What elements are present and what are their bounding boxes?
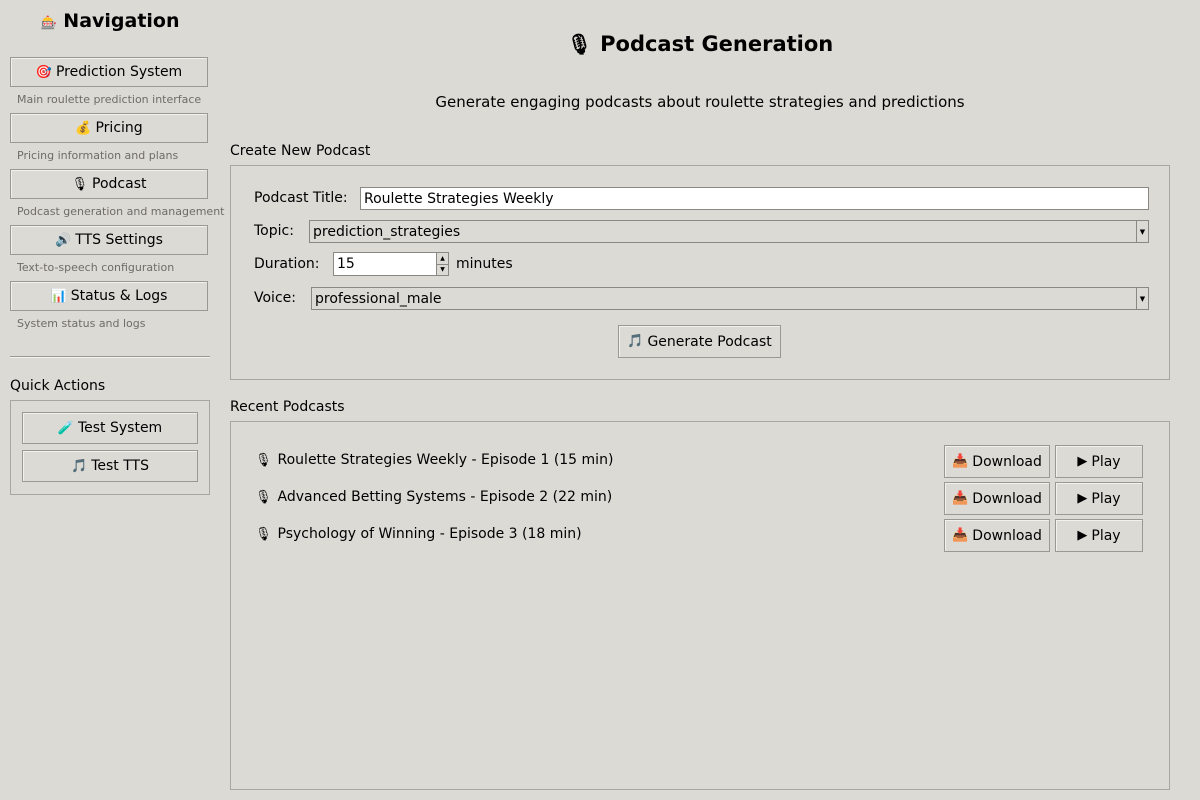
voice-label: Voice: xyxy=(254,290,296,306)
generate-podcast-button[interactable]: 🎵 Generate Podcast xyxy=(618,325,781,358)
music-note-icon: 🎵 xyxy=(627,334,644,349)
create-podcast-frame: Podcast Title: Roulette Strategies Weekl… xyxy=(230,165,1170,380)
inbox-tray-icon: 📥 xyxy=(952,528,969,543)
test-system-button[interactable]: 🧪 Test System xyxy=(22,412,198,444)
nav-title: 🎰 Navigation xyxy=(10,10,210,32)
recent-podcasts-label: Recent Podcasts xyxy=(230,399,345,415)
play-button[interactable]: ▶ Play xyxy=(1055,445,1143,478)
nav-button-label: Podcast xyxy=(92,176,147,192)
play-icon: ▶ xyxy=(1077,528,1088,543)
button-label: Play xyxy=(1091,527,1121,544)
download-button[interactable]: 📥 Download xyxy=(944,445,1050,478)
play-icon: ▶ xyxy=(1077,454,1088,469)
speaker-icon: 🔊 xyxy=(55,232,72,248)
slot-machine-icon: 🎰 xyxy=(40,16,57,31)
nav-tts-settings-button[interactable]: 🔊 TTS Settings xyxy=(10,225,208,255)
page-title-text: Podcast Generation xyxy=(600,32,834,56)
create-podcast-label: Create New Podcast xyxy=(230,143,371,159)
nav-button-label: Pricing xyxy=(95,120,143,136)
duration-spinbox[interactable]: 15 ▲ ▼ xyxy=(333,252,449,276)
topic-value: prediction_strategies xyxy=(313,223,461,240)
microphone-icon: 🎙 xyxy=(566,32,593,56)
list-item: 🎙 Psychology of Winning - Episode 3 (18 … xyxy=(255,526,582,542)
button-label: Play xyxy=(1091,490,1121,507)
inbox-tray-icon: 📥 xyxy=(952,491,969,506)
microphone-icon: 🎙 xyxy=(255,526,272,542)
voice-value: professional_male xyxy=(315,290,442,307)
play-button[interactable]: ▶ Play xyxy=(1055,482,1143,515)
voice-select[interactable]: professional_male ▼ xyxy=(311,287,1149,310)
nav-podcast-button[interactable]: 🎙 Podcast xyxy=(10,169,208,199)
nav-pricing-button[interactable]: 💰 Pricing xyxy=(10,113,208,143)
nav-description: Main roulette prediction interface xyxy=(17,93,202,106)
nav-title-text: Navigation xyxy=(63,10,180,32)
button-label: Download xyxy=(972,453,1042,470)
target-icon: 🎯 xyxy=(35,64,52,80)
spin-down-icon[interactable]: ▼ xyxy=(437,263,448,276)
nav-button-label: TTS Settings xyxy=(75,232,163,248)
quick-actions-frame: 🧪 Test System 🎵 Test TTS xyxy=(10,400,210,495)
microphone-icon: 🎙 xyxy=(71,176,89,192)
play-button[interactable]: ▶ Play xyxy=(1055,519,1143,552)
music-note-icon: 🎵 xyxy=(71,458,88,474)
bar-chart-icon: 📊 xyxy=(50,288,67,304)
button-label: Test System xyxy=(77,420,163,436)
podcast-title: Roulette Strategies Weekly - Episode 1 (… xyxy=(277,452,614,468)
sidebar-divider xyxy=(10,356,210,358)
download-button[interactable]: 📥 Download xyxy=(944,482,1050,515)
list-item: 🎙 Advanced Betting Systems - Episode 2 (… xyxy=(255,489,612,505)
test-tts-button[interactable]: 🎵 Test TTS xyxy=(22,450,198,482)
duration-value: 15 xyxy=(337,256,355,272)
duration-label: Duration: xyxy=(254,256,320,272)
nav-description: System status and logs xyxy=(17,317,146,330)
podcast-title-input[interactable]: Roulette Strategies Weekly xyxy=(360,187,1149,210)
page-title: 🎙 Podcast Generation xyxy=(230,32,1170,56)
button-label: Play xyxy=(1091,453,1121,470)
microphone-icon: 🎙 xyxy=(255,489,272,505)
microphone-icon: 🎙 xyxy=(255,452,272,468)
chevron-down-icon[interactable]: ▼ xyxy=(1136,221,1148,242)
podcast-title-label: Podcast Title: xyxy=(254,190,348,206)
podcast-title: Advanced Betting Systems - Episode 2 (22… xyxy=(277,489,613,505)
button-label: Download xyxy=(972,490,1042,507)
nav-button-label: Prediction System xyxy=(55,64,183,80)
nav-status-logs-button[interactable]: 📊 Status & Logs xyxy=(10,281,208,311)
page-subtitle: Generate engaging podcasts about roulett… xyxy=(435,93,965,111)
nav-description: Text-to-speech configuration xyxy=(17,261,175,274)
topic-label: Topic: xyxy=(254,223,294,239)
duration-unit-label: minutes xyxy=(456,256,513,272)
test-tube-icon: 🧪 xyxy=(57,420,74,436)
button-label: Test TTS xyxy=(91,458,149,474)
quick-actions-label: Quick Actions xyxy=(10,378,106,394)
spin-up-icon[interactable]: ▲ xyxy=(437,253,448,264)
recent-podcasts-frame: 🎙 Roulette Strategies Weekly - Episode 1… xyxy=(230,421,1170,790)
nav-description: Podcast generation and management xyxy=(17,205,225,218)
nav-button-label: Status & Logs xyxy=(70,288,168,304)
nav-prediction-system-button[interactable]: 🎯 Prediction System xyxy=(10,57,208,87)
list-item: 🎙 Roulette Strategies Weekly - Episode 1… xyxy=(255,452,613,468)
download-button[interactable]: 📥 Download xyxy=(944,519,1050,552)
play-icon: ▶ xyxy=(1077,491,1088,506)
button-label: Generate Podcast xyxy=(647,333,772,350)
topic-select[interactable]: prediction_strategies ▼ xyxy=(309,220,1149,243)
money-bag-icon: 💰 xyxy=(75,120,92,136)
nav-description: Pricing information and plans xyxy=(17,149,179,162)
podcast-title: Psychology of Winning - Episode 3 (18 mi… xyxy=(277,526,582,542)
spin-arrows[interactable]: ▲ ▼ xyxy=(436,253,448,275)
inbox-tray-icon: 📥 xyxy=(952,454,969,469)
chevron-down-icon[interactable]: ▼ xyxy=(1136,288,1148,309)
podcast-title-value: Roulette Strategies Weekly xyxy=(364,190,554,207)
button-label: Download xyxy=(972,527,1042,544)
